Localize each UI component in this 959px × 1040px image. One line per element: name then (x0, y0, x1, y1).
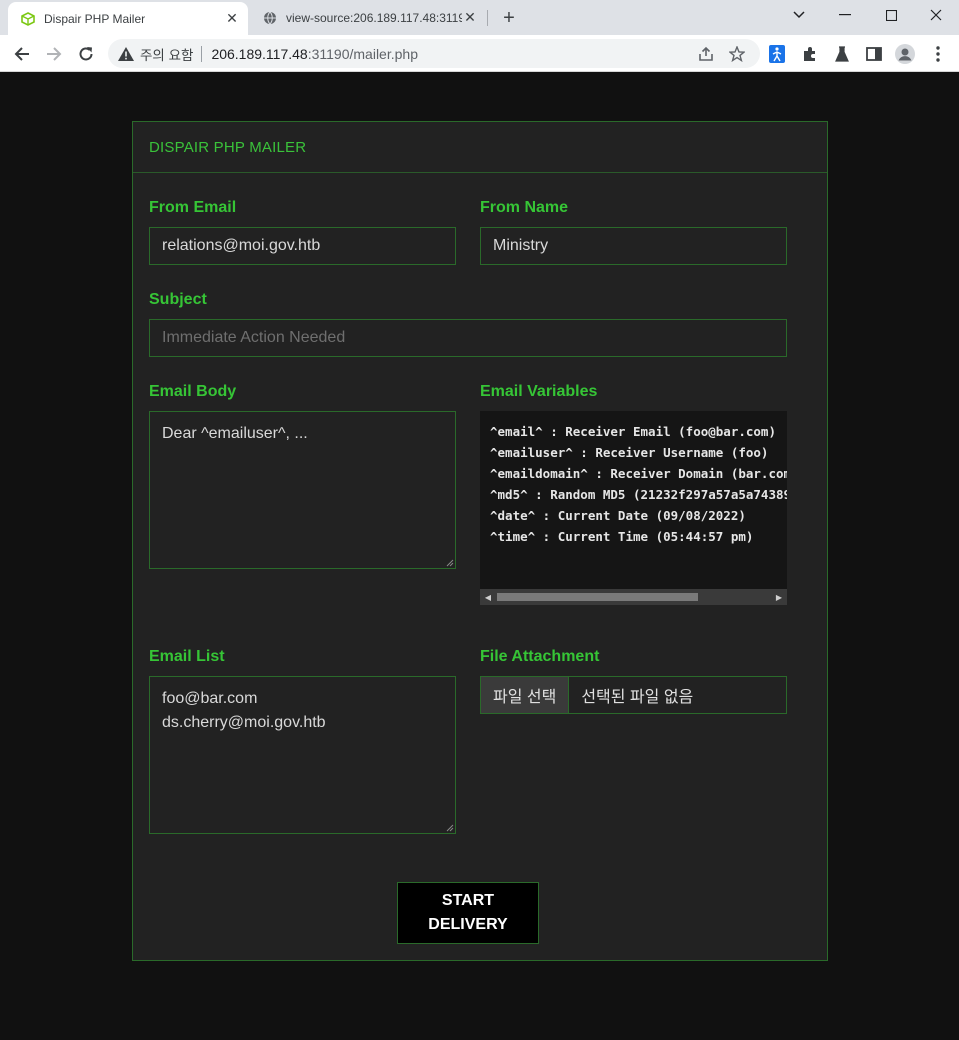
file-attachment-input[interactable]: 파일 선택 선택된 파일 없음 (480, 676, 787, 714)
resize-handle-icon[interactable] (445, 558, 454, 567)
tab-dispair-mailer[interactable]: Dispair PHP Mailer ✕ (8, 2, 248, 35)
bookmark-star-icon[interactable] (728, 45, 746, 63)
email-list-entry: foo@bar.com (162, 690, 258, 707)
cube-icon (20, 11, 36, 27)
maximize-icon[interactable] (868, 0, 914, 30)
from-email-label: From Email (149, 199, 237, 216)
resize-handle-icon[interactable] (445, 823, 454, 832)
choose-file-button[interactable]: 파일 선택 (481, 677, 570, 713)
tab-title: view-source:206.189.117.48:3119 (286, 10, 462, 25)
address-bar[interactable]: 주의 요함 206.189.117.48:31190/mailer.php (108, 39, 760, 68)
scroll-left-arrow-icon[interactable]: ◀ (480, 589, 496, 605)
flask-icon[interactable] (832, 44, 852, 64)
reload-icon[interactable] (72, 40, 100, 68)
scrollbar-thumb[interactable] (497, 593, 698, 601)
tab-title: Dispair PHP Mailer (44, 11, 146, 26)
close-window-icon[interactable] (913, 0, 959, 30)
no-file-selected-text: 선택된 파일 없음 (581, 689, 694, 706)
side-panel-icon[interactable] (864, 44, 884, 64)
scroll-right-arrow-icon[interactable]: ▶ (771, 589, 787, 605)
browser-toolbar: 주의 요함 206.189.117.48:31190/mailer.php (0, 35, 959, 72)
email-body-textarea[interactable]: Dear ^emailuser^, ... (149, 411, 456, 569)
minimize-icon[interactable] (822, 0, 868, 30)
back-arrow-icon[interactable] (8, 40, 36, 68)
close-tab-icon[interactable]: ✕ (462, 9, 478, 26)
tab-separator (487, 10, 488, 26)
from-name-label: From Name (480, 199, 569, 216)
subject-label: Subject (149, 291, 207, 308)
submit-label-line1: START (441, 892, 495, 909)
forward-arrow-icon[interactable] (40, 40, 68, 68)
email-variables-code: ^email^ : Receiver Email (foo@bar.com) ^… (480, 411, 787, 547)
start-delivery-button[interactable]: START DELIVERY (397, 882, 539, 944)
email-variables-box[interactable]: ^email^ : Receiver Email (foo@bar.com) ^… (480, 411, 787, 605)
email-body-label: Email Body (149, 383, 237, 400)
warning-triangle-icon[interactable] (118, 46, 134, 62)
browser-tab-bar: Dispair PHP Mailer ✕ view-source:206.189… (0, 0, 959, 35)
variable-line: ^emailuser^ : Receiver Username (foo) (490, 445, 769, 460)
extension-accessibility-icon[interactable] (767, 44, 787, 64)
url-path: :31190/mailer.php (307, 45, 418, 62)
globe-icon (262, 10, 278, 26)
from-email-field[interactable]: relations@moi.gov.htb (149, 227, 456, 265)
variable-line: ^emaildomain^ : Receiver Domain (bar.com… (490, 466, 787, 481)
url-text[interactable]: 206.189.117.48:31190/mailer.php (211, 46, 418, 62)
share-icon[interactable] (697, 45, 715, 63)
variable-line: ^time^ : Current Time (05:44:57 pm) (490, 529, 754, 544)
omnibox-divider (201, 45, 203, 62)
submit-label-line2: DELIVERY (428, 916, 508, 933)
variable-line: ^date^ : Current Date (09/08/2022) (490, 508, 746, 523)
file-attachment-label: File Attachment (480, 648, 600, 665)
tab-search-chevron-icon[interactable] (776, 0, 822, 30)
url-host: 206.189.117.48 (211, 45, 308, 62)
close-tab-icon[interactable]: ✕ (224, 10, 240, 27)
variable-line: ^email^ : Receiver Email (foo@bar.com) (490, 424, 776, 439)
subject-field[interactable]: Immediate Action Needed (149, 319, 787, 357)
profile-avatar-icon[interactable] (895, 44, 915, 64)
new-tab-button[interactable]: + (497, 6, 521, 30)
extensions-puzzle-icon[interactable] (800, 44, 820, 64)
from-name-field[interactable]: Ministry (480, 227, 787, 265)
email-list-label: Email List (149, 648, 225, 665)
tab-view-source[interactable]: view-source:206.189.117.48:3119 ✕ (250, 0, 486, 35)
variable-line: ^md5^ : Random MD5 (21232f297a57a5a74389… (490, 487, 787, 502)
horizontal-scrollbar[interactable]: ◀ ▶ (480, 589, 787, 605)
page-title: DISPAIR PHP MAILER (149, 138, 307, 156)
email-variables-label: Email Variables (480, 383, 598, 400)
email-list-entry: ds.cherry@moi.gov.htb (162, 714, 326, 731)
email-list-textarea[interactable]: foo@bar.com ds.cherry@moi.gov.htb (149, 676, 456, 834)
email-body-text: Dear ^emailuser^, ... (162, 425, 308, 442)
kebab-menu-icon[interactable] (928, 44, 948, 64)
panel-header: DISPAIR PHP MAILER (133, 122, 827, 173)
security-warning-text[interactable]: 주의 요함 (140, 44, 193, 64)
